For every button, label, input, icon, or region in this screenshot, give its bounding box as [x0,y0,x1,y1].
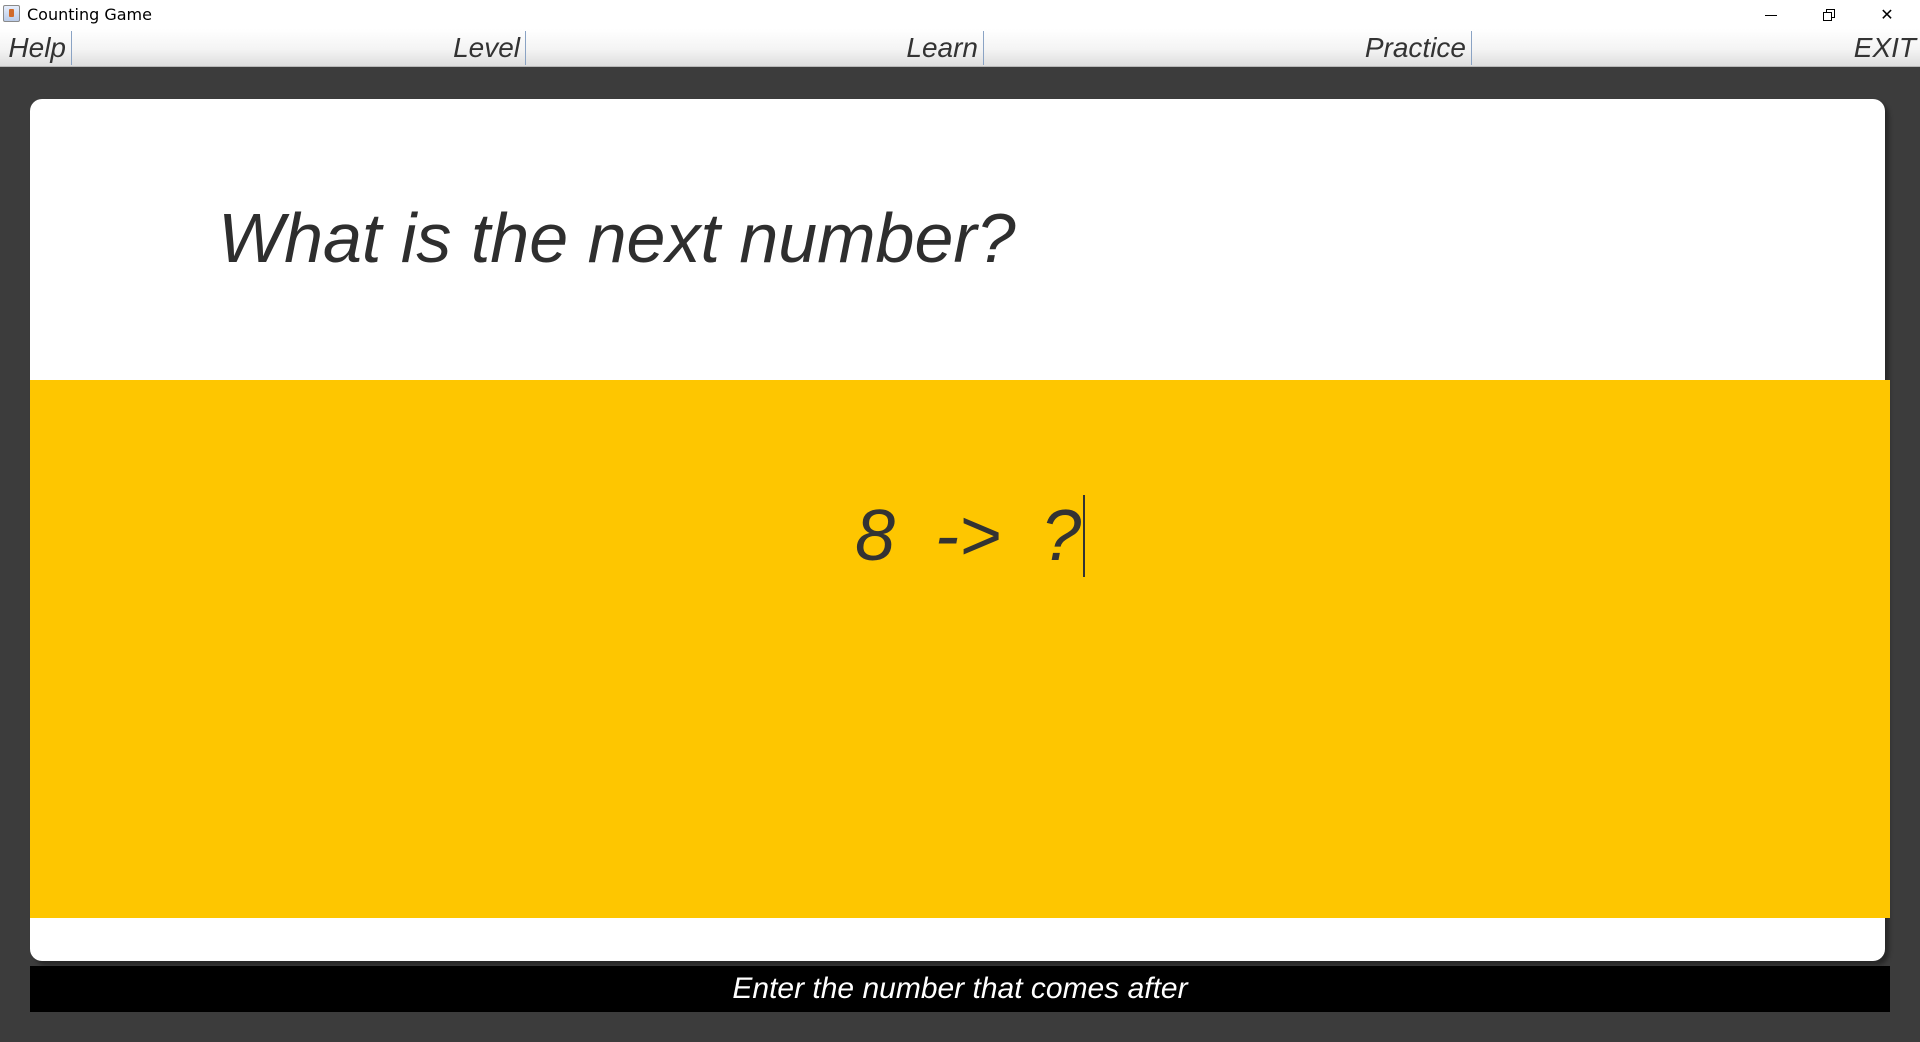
question-heading: What is the next number? [218,199,1016,277]
menu-learn[interactable]: Learn [526,29,984,66]
sequence-text: 8 -> ? [855,496,1082,576]
restore-button[interactable] [1800,0,1858,29]
menu-help[interactable]: Help [0,29,72,66]
minimize-icon [1765,15,1777,16]
status-message: Enter the number that comes after [732,972,1188,1005]
menu-exit[interactable]: EXIT [1472,29,1920,66]
close-icon: ✕ [1880,5,1894,24]
java-app-icon [3,5,20,22]
menu-level[interactable]: Level [72,29,526,66]
text-caret [1083,495,1086,577]
status-bar: Enter the number that comes after [30,966,1890,1012]
minimize-button[interactable] [1742,0,1800,29]
close-button[interactable]: ✕ [1858,0,1916,29]
restore-icon [1823,8,1835,21]
answer-panel [30,380,1890,918]
menu-bar: Help Level Learn Practice EXIT [0,29,1920,67]
answer-input[interactable]: 8 -> ? [855,490,1086,582]
menu-practice[interactable]: Practice [984,29,1472,66]
window-titlebar: Counting Game ✕ [0,0,1920,29]
window-title: Counting Game [27,5,152,24]
